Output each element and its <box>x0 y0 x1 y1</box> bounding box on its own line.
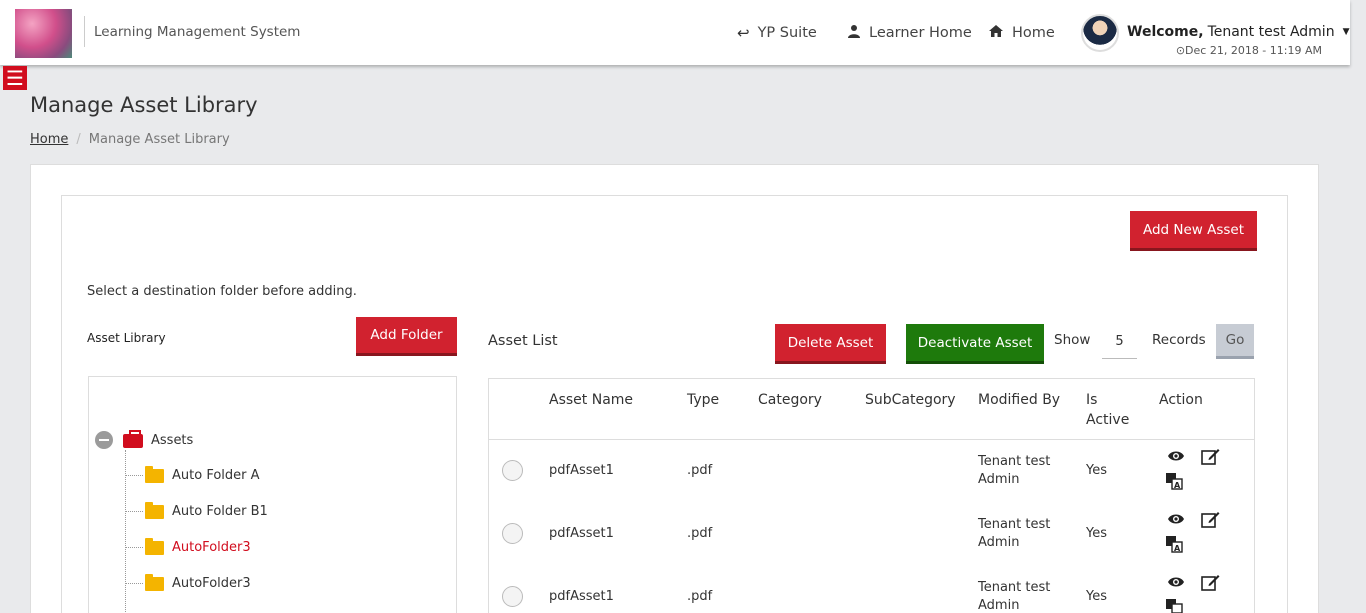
nav-learner-home[interactable]: Learner Home <box>847 24 972 42</box>
modified-by-cell: Tenant test Admin <box>978 516 1050 552</box>
modified-by-line: Admin <box>978 598 1020 613</box>
edit-icon[interactable] <box>1201 511 1220 532</box>
user-icon <box>847 24 861 42</box>
tree-item-label: AutoFolder3 <box>172 540 251 555</box>
is-active-cell: Yes <box>1086 526 1107 541</box>
is-active-cell: Yes <box>1086 589 1107 604</box>
modified-by-line: Admin <box>978 535 1020 550</box>
translate-icon[interactable]: A <box>1165 472 1183 494</box>
nav-home-label: Home <box>1012 25 1055 41</box>
row-select-radio[interactable] <box>502 523 523 544</box>
view-eye-icon[interactable] <box>1167 449 1185 467</box>
collapse-icon[interactable] <box>95 431 113 449</box>
header-divider <box>489 439 1254 440</box>
tree-item-selected[interactable]: AutoFolder3 <box>125 537 251 555</box>
go-button[interactable]: Go <box>1216 324 1254 359</box>
folder-icon <box>145 465 164 483</box>
type-cell: .pdf <box>687 526 713 541</box>
deactivate-asset-button[interactable]: Deactivate Asset <box>906 324 1044 364</box>
tree-item[interactable]: Auto Folder B1 <box>125 501 268 519</box>
column-header: Asset Name <box>549 392 634 408</box>
home-icon <box>988 24 1004 42</box>
breadcrumb-current: Manage Asset Library <box>88 132 230 147</box>
breadcrumb: Home / Manage Asset Library <box>30 132 230 147</box>
clock-icon: ⊙ <box>1175 44 1186 57</box>
nav-home[interactable]: Home <box>988 24 1055 42</box>
add-folder-button[interactable]: Add Folder <box>356 317 457 356</box>
user-name: Tenant test Admin <box>1207 24 1335 40</box>
edit-icon[interactable] <box>1201 448 1220 469</box>
tree-item-label: Auto Folder A <box>172 468 260 483</box>
hamburger-menu-icon[interactable]: ☰ <box>3 66 27 90</box>
column-header: Type <box>687 392 720 408</box>
return-arrow-icon: ↩ <box>737 24 750 42</box>
hint-text: Select a destination folder before addin… <box>87 284 357 299</box>
datetime: ⊙Dec 21, 2018 - 11:19 AM <box>1176 44 1322 57</box>
tree-root-label: Assets <box>151 432 194 448</box>
nav-yp-suite[interactable]: ↩ YP Suite <box>737 24 817 42</box>
view-eye-icon[interactable] <box>1167 575 1185 593</box>
column-header: Action <box>1159 392 1203 408</box>
folder-icon <box>145 501 164 519</box>
add-new-asset-button[interactable]: Add New Asset <box>1130 211 1257 251</box>
breadcrumb-home[interactable]: Home <box>30 132 68 147</box>
tree-item-label: AutoFolder3 <box>172 576 251 591</box>
tree-item[interactable]: AutoFolder3 <box>125 573 251 591</box>
svg-text:A: A <box>1174 544 1181 553</box>
show-label: Show <box>1054 332 1091 348</box>
records-label: Records <box>1152 332 1206 348</box>
welcome-prefix: Welcome, <box>1127 24 1204 40</box>
folder-icon <box>145 537 164 555</box>
toolbox-icon <box>123 430 143 448</box>
column-header: SubCategory <box>865 392 956 408</box>
modified-by-cell: Tenant test Admin <box>978 579 1050 613</box>
modified-by-cell: Tenant test Admin <box>978 453 1050 489</box>
column-header: Modified By <box>978 392 1061 408</box>
asset-table <box>488 378 1255 613</box>
modified-by-line: Tenant test <box>978 517 1051 532</box>
svg-text:A: A <box>1174 481 1181 490</box>
view-eye-icon[interactable] <box>1167 512 1185 530</box>
asset-library-label: Asset Library <box>87 331 166 345</box>
app-title: Learning Management System <box>94 24 301 40</box>
row-select-radio[interactable] <box>502 460 523 481</box>
column-header-line: Active <box>1086 412 1130 428</box>
asset-name-cell: pdfAsset1 <box>549 463 614 478</box>
asset-name-cell: pdfAsset1 <box>549 589 614 604</box>
type-cell: .pdf <box>687 589 713 604</box>
asset-list-title: Asset List <box>488 333 558 349</box>
column-header-line: Is <box>1086 392 1098 408</box>
row-select-radio[interactable] <box>502 586 523 607</box>
tree-root[interactable]: Assets <box>95 430 194 449</box>
translate-icon[interactable]: A <box>1165 535 1183 557</box>
records-input[interactable] <box>1102 324 1137 359</box>
date-text: Dec 21, 2018 - 11:19 AM <box>1185 44 1322 57</box>
translate-icon[interactable] <box>1165 598 1183 613</box>
type-cell: .pdf <box>687 463 713 478</box>
breadcrumb-separator: / <box>76 132 81 147</box>
modified-by-line: Admin <box>978 472 1020 487</box>
nav-learner-home-label: Learner Home <box>869 25 972 41</box>
avatar[interactable] <box>1081 14 1119 52</box>
asset-name-cell: pdfAsset1 <box>549 526 614 541</box>
divider <box>84 16 85 47</box>
folder-icon <box>145 573 164 591</box>
page-title: Manage Asset Library <box>30 93 258 117</box>
delete-asset-button[interactable]: Delete Asset <box>775 324 886 364</box>
nav-yp-suite-label: YP Suite <box>757 25 817 41</box>
column-header: Category <box>758 392 822 408</box>
column-header-is-active: Is Active <box>1086 390 1129 430</box>
logo[interactable] <box>15 9 72 58</box>
tree-item[interactable]: Auto Folder A <box>125 465 260 483</box>
modified-by-line: Tenant test <box>978 580 1051 595</box>
user-menu[interactable]: Welcome, Tenant test Admin ▼ <box>1127 24 1350 40</box>
edit-icon[interactable] <box>1201 574 1220 595</box>
is-active-cell: Yes <box>1086 463 1107 478</box>
modified-by-line: Tenant test <box>978 454 1051 469</box>
top-header: Learning Management System ↩ YP Suite Le… <box>0 0 1350 65</box>
caret-down-icon: ▼ <box>1342 27 1350 37</box>
tree-item-label: Auto Folder B1 <box>172 504 268 519</box>
